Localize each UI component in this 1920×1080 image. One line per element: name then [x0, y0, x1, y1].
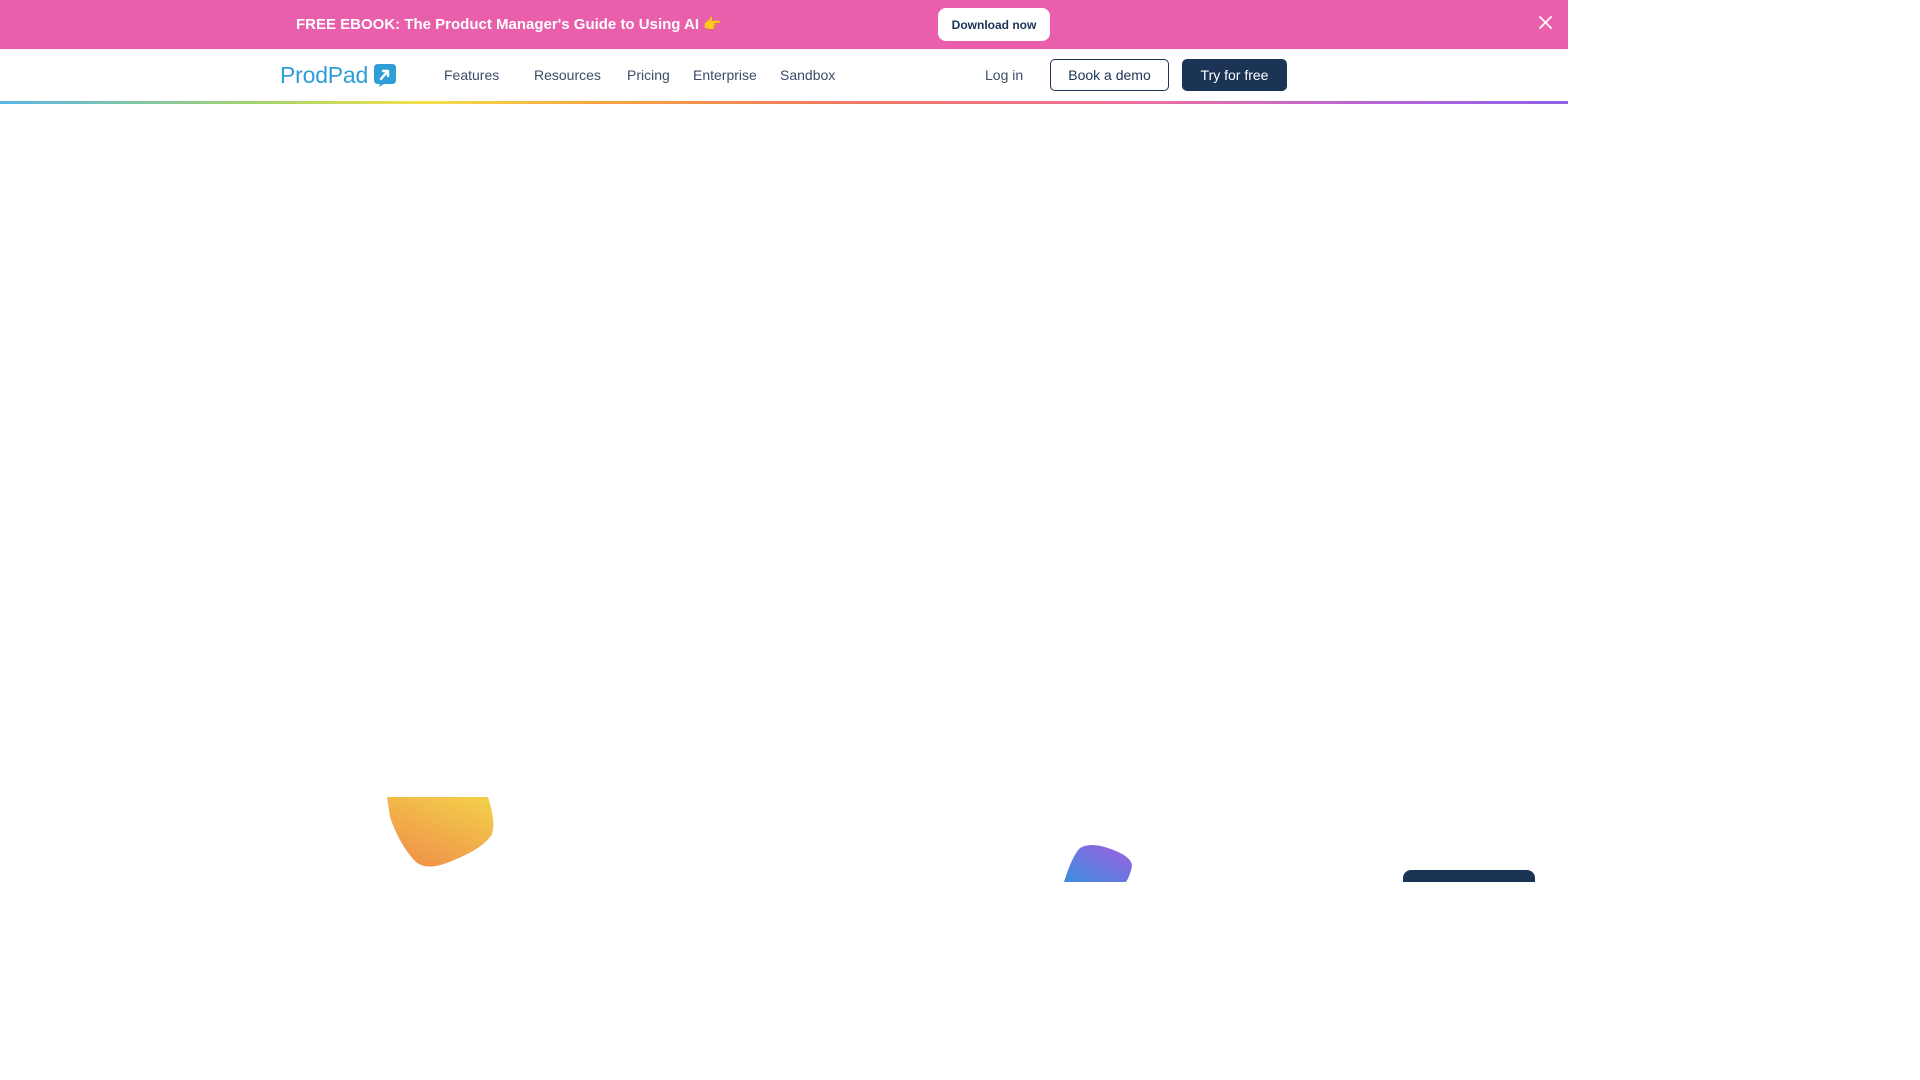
promo-banner: FREE EBOOK: The Product Manager's Guide … [0, 0, 1568, 49]
prodpad-logo[interactable]: ProdPad [280, 60, 398, 90]
close-icon[interactable] [1538, 15, 1553, 30]
nav-link-features[interactable]: Features [444, 66, 499, 84]
blue-blob-decoration [1064, 845, 1132, 882]
try-for-free-button[interactable]: Try for free [1182, 59, 1287, 91]
nav-link-sandbox[interactable]: Sandbox [780, 66, 835, 84]
pointing-hand-icon: 👉 [703, 16, 722, 33]
promo-text: FREE EBOOK: The Product Manager's Guide … [296, 15, 722, 34]
promo-message: FREE EBOOK: The Product Manager's Guide … [296, 16, 700, 33]
nav-link-resources[interactable]: Resources [534, 66, 601, 84]
logo-text: ProdPad [280, 62, 369, 88]
download-now-button[interactable]: Download now [938, 8, 1050, 41]
rainbow-divider [0, 101, 1568, 104]
orange-blob-decoration [387, 797, 494, 867]
nav-link-enterprise[interactable]: Enterprise [693, 66, 757, 84]
prodpad-logo-icon [374, 64, 397, 87]
login-link[interactable]: Log in [985, 66, 1023, 84]
book-demo-button[interactable]: Book a demo [1050, 59, 1169, 91]
chat-widget-button[interactable] [1403, 870, 1535, 882]
nav-link-pricing[interactable]: Pricing [627, 66, 670, 84]
